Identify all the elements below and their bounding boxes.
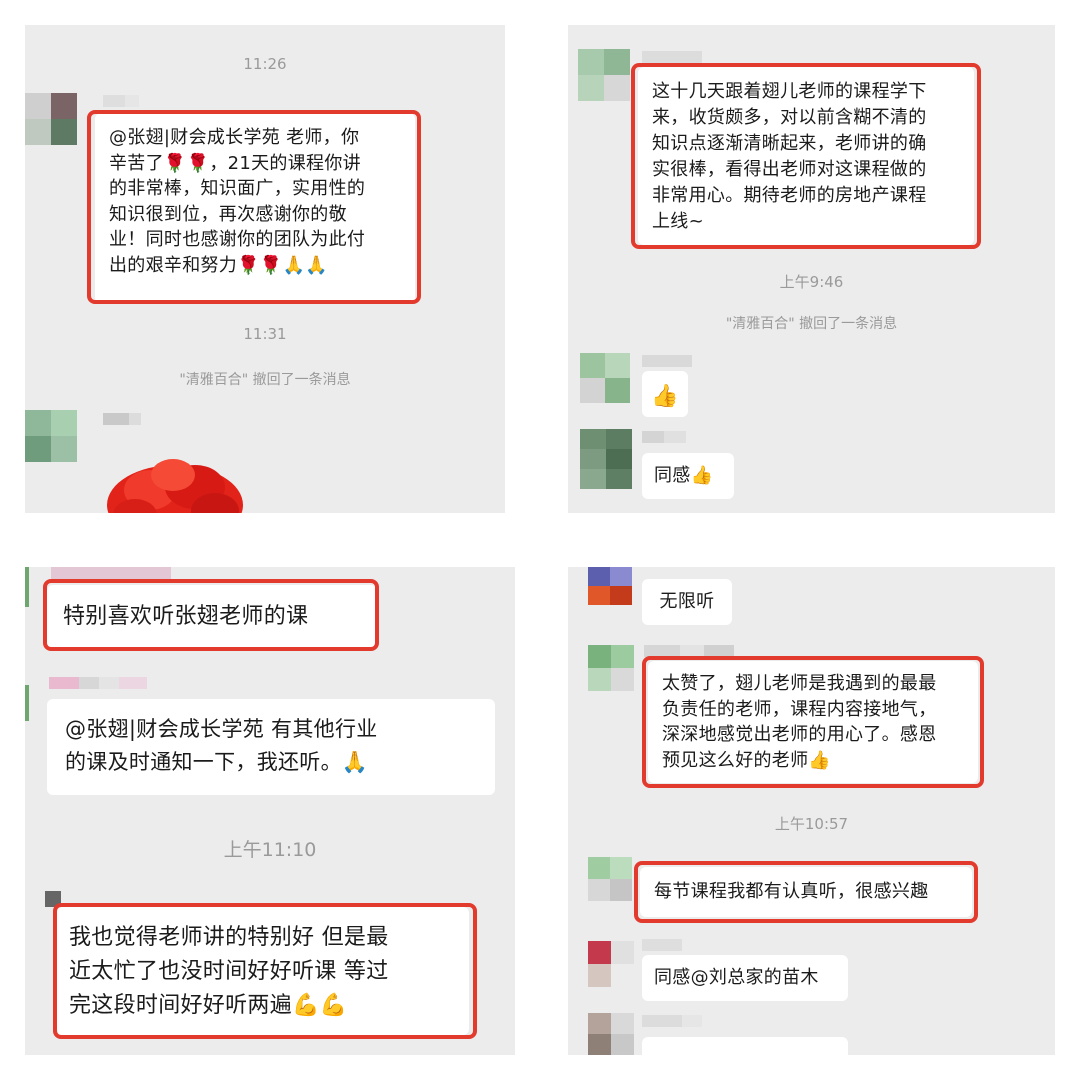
message-text: @张翅|财会成长学苑 有其他行业 的课及时通知一下，我还听。🙏 [65, 717, 378, 774]
chat-screenshot-2: 这十几天跟着翅儿老师的课程学下 来，收货颇多，对以前含糊不清的 知识点逐渐清晰起… [568, 25, 1055, 513]
avatar[interactable] [588, 567, 632, 605]
avatar[interactable] [578, 49, 630, 101]
message-text: 太赞了，翅儿老师是我遇到的最最 负责任的老师，课程内容接地气， 深深地感觉出老师… [662, 673, 937, 771]
message-bubble[interactable]: @张翅|财会成长学苑 老师，你 辛苦了🌹🌹，21天的课程你讲 的非常棒，知识面广… [95, 113, 415, 303]
sender-name-blurred [49, 677, 147, 689]
sender-name-blurred [51, 567, 171, 579]
message-bubble[interactable]: 我也觉得老师讲的特别好 但是最 近太忙了也没时间好好听课 等过 完这段时间好好听… [57, 907, 469, 1035]
avatar[interactable] [580, 429, 632, 489]
sender-name-blurred [642, 939, 682, 951]
chat-screenshot-1: 11:26 @张翅|财会成长学苑 老师，你 辛苦了🌹🌹，21天的课程你讲 的非常… [25, 25, 505, 513]
avatar[interactable] [588, 941, 634, 987]
message-bubble[interactable]: 👍 [642, 371, 688, 417]
message-text: 每节课程我都有认真听，很感兴趣 [654, 881, 929, 902]
sender-name-blurred [642, 355, 692, 367]
message-bubble[interactable]: 特别喜欢听张翅老师的课 [47, 585, 377, 649]
recall-notice: "清雅百合" 撤回了一条消息 [179, 372, 351, 388]
message-text: 同感👍 [654, 465, 714, 486]
avatar[interactable] [580, 353, 630, 403]
avatar-partial[interactable] [25, 685, 29, 721]
recall-notice: "清雅百合" 撤回了一条消息 [725, 316, 898, 332]
avatar[interactable] [588, 1013, 634, 1055]
message-text: 同感@刘总家的苗木 [654, 967, 819, 988]
message-bubble[interactable]: @张翅|财会成长学苑 有其他行业 的课及时通知一下，我还听。🙏 [47, 699, 495, 795]
message-bubble[interactable]: 太赞了，翅儿老师是我遇到的最最 负责任的老师，课程内容接地气， 深深地感觉出老师… [648, 661, 978, 783]
timestamp: 11:26 [243, 55, 287, 73]
flower-sticker-image[interactable] [95, 445, 255, 513]
sender-name-blurred [103, 413, 141, 425]
chat-screenshot-4: 无限听 太赞了，翅儿老师是我遇到的最最 负责任的老师，课程内容接地气， 深深地感… [568, 567, 1055, 1055]
message-text: 这十几天跟着翅儿老师的课程学下 来，收货颇多，对以前含糊不清的 知识点逐渐清晰起… [652, 81, 927, 232]
message-text: @张翅|财会成长学苑 老师，你 辛苦了🌹🌹，21天的课程你讲 的非常棒，知识面广… [109, 127, 366, 276]
avatar[interactable] [588, 645, 634, 691]
avatar[interactable] [25, 93, 77, 145]
avatar-partial[interactable] [45, 891, 61, 907]
sender-name-blurred [642, 431, 686, 443]
message-text: 我也觉得老师讲的特别好 但是最 近太忙了也没时间好好听课 等过 完这段时间好好听… [69, 925, 389, 1018]
timestamp: 上午9:46 [779, 273, 844, 291]
message-bubble[interactable]: 这十几天跟着翅儿老师的课程学下 来，收货颇多，对以前含糊不清的 知识点逐渐清晰起… [638, 67, 974, 245]
timestamp: 上午11:10 [223, 839, 317, 861]
message-bubble[interactable]: 同感@刘总家的苗木 [642, 955, 848, 1001]
sender-name-blurred [642, 51, 702, 63]
avatar[interactable] [25, 410, 77, 462]
message-bubble[interactable]: 无限听 [642, 579, 732, 625]
timestamp: 11:31 [243, 325, 287, 343]
message-bubble-partial[interactable] [642, 1037, 848, 1055]
avatar-partial[interactable] [25, 567, 29, 607]
message-bubble[interactable]: 每节课程我都有认真听，很感兴趣 [640, 867, 972, 917]
sender-name-blurred [103, 95, 139, 107]
message-text: 无限听 [659, 591, 715, 612]
sender-name-blurred [642, 1015, 702, 1027]
timestamp: 上午10:57 [774, 815, 849, 833]
message-text: 特别喜欢听张翅老师的课 [63, 604, 309, 629]
message-bubble[interactable]: 同感👍 [642, 453, 734, 499]
chat-screenshot-3: 特别喜欢听张翅老师的课 @张翅|财会成长学苑 有其他行业 的课及时通知一下，我还… [25, 567, 515, 1055]
avatar[interactable] [588, 857, 632, 901]
thumbs-up-emoji: 👍 [651, 384, 679, 409]
sender-name-blurred [644, 645, 734, 657]
